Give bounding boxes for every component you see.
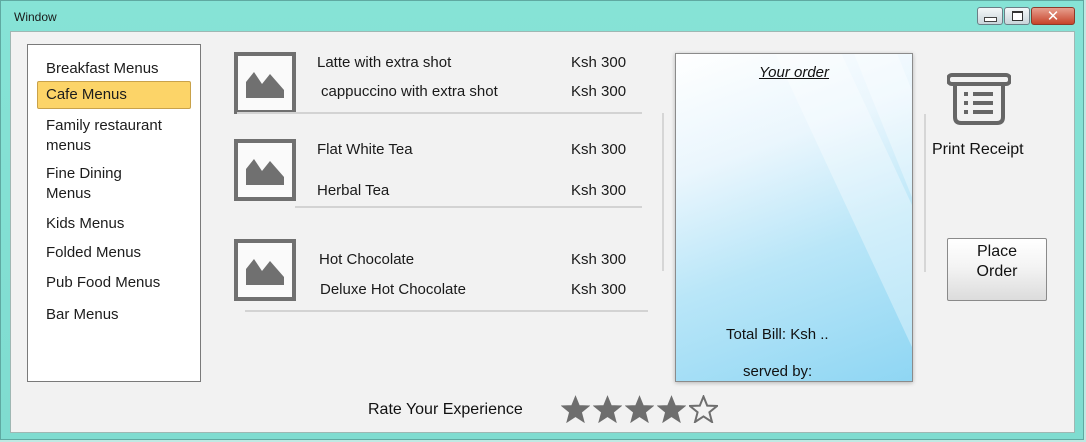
window-title: Window	[14, 10, 57, 24]
maximize-button[interactable]	[1004, 7, 1030, 25]
sidebar-item-pub-food[interactable]: Pub Food Menus	[37, 273, 191, 293]
menu-item-name[interactable]: cappuccino with extra shot	[321, 83, 498, 100]
sidebar-item-family[interactable]: Family restaurant menus	[37, 116, 187, 156]
divider	[237, 112, 642, 114]
print-receipt-icon[interactable]	[947, 73, 1011, 125]
place-order-button[interactable]: Place Order	[947, 238, 1047, 301]
sidebar-item-cafe[interactable]: Cafe Menus	[37, 81, 191, 109]
star-rating[interactable]	[561, 395, 718, 423]
star-filled-icon[interactable]	[593, 395, 622, 423]
star-empty-icon[interactable]	[689, 395, 718, 423]
star-filled-icon[interactable]	[561, 395, 590, 423]
place-order-label-line2: Order	[976, 263, 1018, 280]
maximize-icon	[1011, 11, 1023, 21]
total-bill: Total Bill: Ksh ..	[726, 326, 829, 343]
menu-item-name[interactable]: Deluxe Hot Chocolate	[320, 281, 466, 298]
sidebar-item-kids[interactable]: Kids Menus	[37, 214, 191, 234]
vertical-separator	[924, 114, 926, 272]
star-filled-icon[interactable]	[625, 395, 654, 423]
menu-item-name[interactable]: Hot Chocolate	[319, 251, 414, 268]
window-content: Breakfast Menus Cafe Menus Family restau…	[10, 31, 1075, 433]
vertical-separator	[662, 113, 664, 271]
title-bar[interactable]: Window ✕	[1, 1, 1083, 31]
menu-category-list: Breakfast Menus Cafe Menus Family restau…	[27, 44, 201, 382]
menu-item-price: Ksh 300	[571, 54, 627, 71]
divider	[295, 206, 642, 208]
close-icon: ✕	[1046, 6, 1060, 25]
menu-item-name[interactable]: Herbal Tea	[317, 182, 389, 199]
menu-item-name[interactable]: Latte with extra shot	[317, 54, 451, 71]
star-filled-icon[interactable]	[657, 395, 686, 423]
image-placeholder-icon	[234, 239, 296, 301]
order-summary-panel: Your order Total Bill: Ksh .. served by:	[675, 53, 913, 382]
sidebar-item-bar[interactable]: Bar Menus	[37, 305, 191, 325]
order-title: Your order	[758, 64, 830, 81]
menu-item-price: Ksh 300	[571, 182, 627, 199]
app-window: Window ✕ Breakfast Menus Cafe Menus Fami…	[0, 0, 1084, 440]
served-by: served by:	[743, 363, 813, 380]
sidebar-item-folded[interactable]: Folded Menus	[37, 243, 191, 263]
print-receipt-label[interactable]: Print Receipt	[932, 141, 1024, 159]
minimize-button[interactable]	[977, 7, 1003, 25]
image-placeholder-icon	[234, 139, 296, 201]
place-order-label-line1: Place	[976, 243, 1018, 260]
sidebar-item-fine-dining[interactable]: Fine Dining Menus	[37, 164, 157, 204]
menu-item-price: Ksh 300	[571, 251, 627, 268]
menu-item-price: Ksh 300	[571, 83, 627, 100]
close-button[interactable]: ✕	[1031, 7, 1075, 25]
rating-label: Rate Your Experience	[368, 401, 523, 418]
image-placeholder-icon	[234, 52, 296, 114]
menu-item-price: Ksh 300	[571, 141, 627, 158]
menu-item-price: Ksh 300	[571, 281, 627, 298]
divider	[245, 310, 648, 312]
minimize-icon	[983, 16, 997, 22]
menu-item-name[interactable]: Flat White Tea	[317, 141, 413, 158]
sidebar-item-breakfast[interactable]: Breakfast Menus	[37, 59, 191, 79]
